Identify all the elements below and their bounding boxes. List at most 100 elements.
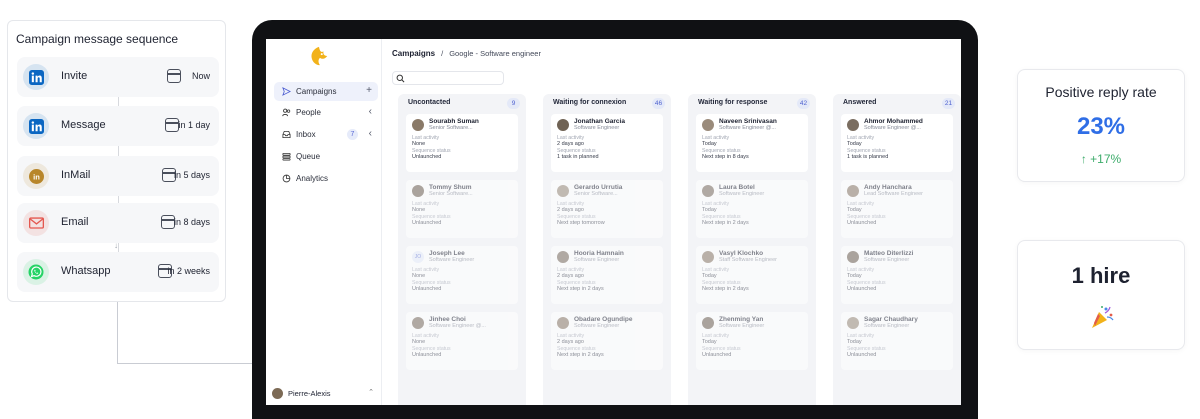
candidate-card[interactable]: Naveen Srinivasan Software Engineer @... L… <box>696 114 808 172</box>
candidate-card[interactable]: Sourabh Suman Senior Software... Last acti… <box>406 114 518 172</box>
svg-text:in: in <box>33 172 40 181</box>
add-campaign-icon[interactable]: + <box>366 85 372 97</box>
column-title: Waiting for connexion <box>553 99 627 106</box>
kanban-column-uncontacted: Uncontacted 9 Sourabh Suman Senior Software… <box>398 94 526 405</box>
candidate-identity: Matteo Diterlizzi Software Engineer <box>864 250 913 264</box>
sidebar-item-label: Queue <box>296 152 321 161</box>
sequence-status-value: Unlaunched <box>847 220 877 227</box>
candidate-title: Software Engineer @... <box>864 125 921 131</box>
candidate-identity: Joseph Lee Software Engineer <box>429 250 474 264</box>
avatar <box>412 119 424 131</box>
avatar <box>557 251 569 263</box>
search-input[interactable] <box>392 71 504 85</box>
candidate-card[interactable]: Hooria Hamnain Software Engineer Last acti… <box>551 246 663 304</box>
sidebar-item-label: Inbox <box>296 130 316 139</box>
calendar-icon <box>161 215 175 229</box>
candidate-card[interactable]: Ahmor Mohammed Software Engineer @... Last… <box>841 114 953 172</box>
sequence-step-delay: Now <box>191 71 210 81</box>
queue-icon <box>282 152 291 161</box>
last-activity-value: None <box>412 339 426 346</box>
last-activity-value: 2 days ago <box>557 207 584 214</box>
candidate-card[interactable]: JO Joseph Lee Software Engineer Last activi… <box>406 246 518 304</box>
sequence-step-email[interactable]: Email in 8 days <box>17 203 219 243</box>
sequence-step-inmail[interactable]: in InMail in 5 days <box>17 156 219 196</box>
candidate-header: JO Joseph Lee Software Engineer <box>412 250 512 264</box>
avatar <box>847 317 859 329</box>
candidate-card[interactable]: Zhenming Yan Software Engineer Last activi… <box>696 312 808 370</box>
sequence-status-value: 1 task in planned <box>557 154 599 161</box>
column-title: Answered <box>843 99 877 106</box>
sidebar-item-analytics[interactable]: Analytics <box>274 169 378 188</box>
inbox-count-badge: 7 <box>347 129 358 140</box>
candidate-card[interactable]: Vasyl Klochko Staff Software Engineer Last… <box>696 246 808 304</box>
last-activity-value: Today <box>847 141 862 148</box>
party-popper-icon <box>1092 306 1114 328</box>
connector-line <box>117 363 252 364</box>
candidate-card[interactable]: Jonathan Garcia Software Engineer Last act… <box>551 114 663 172</box>
candidate-card[interactable]: Matteo Diterlizzi Software Engineer Last a… <box>841 246 953 304</box>
sequence-step-invite[interactable]: Invite Now <box>17 57 219 97</box>
sequence-step-message[interactable]: Message in 1 day <box>17 106 219 146</box>
sequence-status-value: Next step in 2 days <box>702 286 749 293</box>
breadcrumb: Campaigns / Google - Software engineer <box>392 49 541 58</box>
candidate-title: Staff Software Engineer <box>719 257 777 263</box>
sequence-status-value: Next step tomorrow <box>557 220 605 227</box>
sidebar-item-people[interactable]: People ‹ <box>274 103 378 122</box>
candidate-identity: Tommy Shum Senior Software... <box>429 184 473 198</box>
candidate-name: Sagar Chaudhary <box>864 316 918 323</box>
candidate-name: Andy Hanchara <box>864 184 912 191</box>
candidate-name: Zhenming Yan <box>719 316 764 323</box>
candidate-name: Hooria Hamnain <box>574 250 624 257</box>
arrow-down-icon: ↓ <box>114 241 118 250</box>
breadcrumb-root[interactable]: Campaigns <box>392 49 435 58</box>
candidate-header: Naveen Srinivasan Software Engineer @... <box>702 118 802 132</box>
sequence-step-delay: in 1 day <box>178 120 210 130</box>
avatar <box>847 185 859 197</box>
candidate-identity: Sagar Chaudhary Software Engineer <box>864 316 918 330</box>
candidate-card[interactable]: Obadare Ogundipe Software Engineer Last ac… <box>551 312 663 370</box>
candidate-title: Software Engineer <box>719 191 765 197</box>
analytics-icon <box>282 174 291 183</box>
column-count-badge: 21 <box>942 98 955 109</box>
candidate-title: Software Engineer <box>574 323 620 329</box>
sequence-connector <box>118 146 119 156</box>
candidate-card[interactable]: Gerardo Urrutia Senior Software... Last ac… <box>551 180 663 238</box>
sidebar-item-queue[interactable]: Queue <box>274 147 378 166</box>
sequence-connector <box>118 196 119 203</box>
user-avatar <box>272 387 283 399</box>
sequence-step-whatsapp[interactable]: Whatsapp in 2 weeks <box>17 252 219 292</box>
calendar-icon <box>165 118 179 132</box>
chevron-left-icon[interactable]: ‹ <box>369 128 372 140</box>
app-screen: Campaigns + People ‹ Inbox 7 ‹ Queue Analytics P… <box>266 39 961 405</box>
sequence-step-delay: in 8 days <box>173 217 210 227</box>
candidate-card[interactable]: Sagar Chaudhary Software Engineer Last act… <box>841 312 953 370</box>
last-activity-value: 2 days ago <box>557 141 584 148</box>
hire-count: 1 hire <box>1071 263 1131 288</box>
candidate-card[interactable]: Laura Botel Software Engineer Last activit… <box>696 180 808 238</box>
chevron-left-icon[interactable]: ‹ <box>369 106 372 118</box>
user-switcher[interactable]: Pierre-Alexis ⌃ <box>272 385 376 401</box>
last-activity-value: Today <box>702 207 717 214</box>
candidate-name: Jinhee Choi <box>429 316 466 323</box>
candidate-card[interactable]: Jinhee Choi Software Engineer @... Last ac… <box>406 312 518 370</box>
sequence-status-value: Next step in 2 days <box>557 352 604 359</box>
candidate-header: Jinhee Choi Software Engineer @... <box>412 316 512 330</box>
sequence-step-delay: in 5 days <box>173 170 210 180</box>
last-activity-value: 2 days ago <box>557 273 584 280</box>
candidate-title: Software Engineer @... <box>719 125 776 131</box>
candidate-header: Zhenming Yan Software Engineer <box>702 316 802 330</box>
chevron-updown-icon: ⌃ <box>368 389 374 396</box>
kanban-column-waiting-for-connexion: Waiting for connexion 46 Jonathan Garcia So… <box>543 94 671 405</box>
candidate-card[interactable]: Tommy Shum Senior Software... Last activit… <box>406 180 518 238</box>
candidate-identity: Obadare Ogundipe Software Engineer <box>574 316 633 330</box>
last-activity-value: Today <box>702 273 717 280</box>
whatsapp-icon <box>23 259 49 285</box>
last-activity-value: Today <box>702 141 717 148</box>
sequence-step-label: Whatsapp <box>61 265 111 277</box>
sidebar-item-campaigns[interactable]: Campaigns + <box>274 82 378 101</box>
sequence-connector <box>118 97 119 106</box>
candidate-identity: Jonathan Garcia Software Engineer <box>574 118 625 132</box>
candidate-card[interactable]: Andy Hanchara Lead Software Engineer Last … <box>841 180 953 238</box>
sidebar-item-inbox[interactable]: Inbox 7 ‹ <box>274 125 378 144</box>
candidate-identity: Zhenming Yan Software Engineer <box>719 316 764 330</box>
